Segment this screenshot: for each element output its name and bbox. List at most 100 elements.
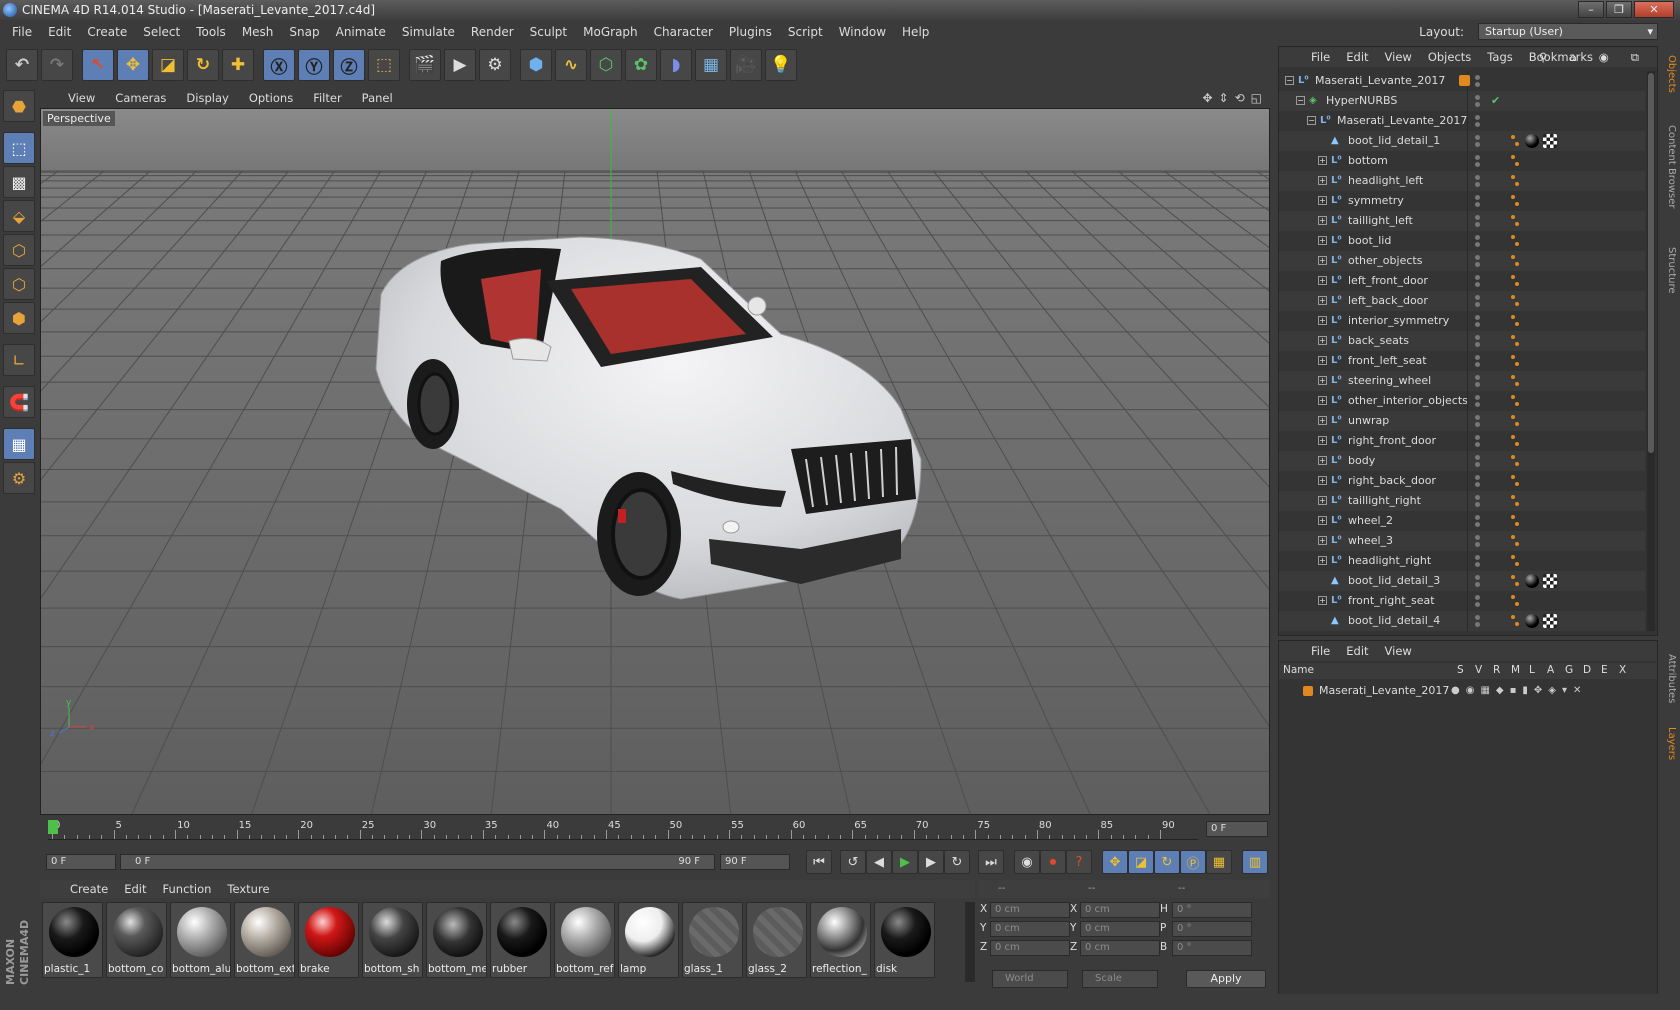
- material-item[interactable]: bottom_ext: [234, 902, 295, 978]
- visibility-dots-icon[interactable]: [1475, 235, 1483, 247]
- expand-toggle-icon[interactable]: −: [1296, 96, 1305, 105]
- object-menu-tags[interactable]: Tags: [1479, 50, 1520, 64]
- coord-value-field[interactable]: 0 °: [1172, 940, 1252, 956]
- object-row[interactable]: + L⁰ taillight_right: [1279, 491, 1645, 511]
- end-frame-field[interactable]: 90 F: [720, 854, 790, 870]
- rotate-tool[interactable]: ↻: [187, 49, 219, 81]
- material-menu-texture[interactable]: Texture: [219, 882, 277, 896]
- layer-column-x[interactable]: X: [1619, 664, 1626, 676]
- material-item[interactable]: rubber: [490, 902, 551, 978]
- object-row[interactable]: + L⁰ other_interior_objects: [1279, 391, 1645, 411]
- new-window-icon[interactable]: ⧉: [1623, 50, 1647, 65]
- visibility-dots-icon[interactable]: [1475, 475, 1483, 487]
- phong-tag-icon[interactable]: [1511, 153, 1521, 169]
- coord-system-select[interactable]: World: [992, 970, 1068, 988]
- object-row[interactable]: + L⁰ interior_symmetry: [1279, 311, 1645, 331]
- material-item[interactable]: disk: [874, 902, 935, 978]
- visibility-dots-icon[interactable]: [1475, 495, 1483, 507]
- object-row[interactable]: ▲ boot_lid_detail_1: [1279, 131, 1645, 151]
- go-to-start-button[interactable]: ⏮: [806, 850, 832, 874]
- phong-tag-icon[interactable]: [1511, 233, 1521, 249]
- menu-simulate[interactable]: Simulate: [394, 25, 463, 39]
- object-row[interactable]: + L⁰ unwrap: [1279, 411, 1645, 431]
- material-item[interactable]: plastic_1: [42, 902, 103, 978]
- layer-column-r[interactable]: R: [1493, 664, 1500, 676]
- visibility-dots-icon[interactable]: [1475, 95, 1483, 107]
- expand-toggle-icon[interactable]: +: [1318, 256, 1327, 265]
- coordinate-system-button[interactable]: ⬚: [368, 49, 400, 81]
- visibility-dots-icon[interactable]: [1475, 275, 1483, 287]
- menu-mesh[interactable]: Mesh: [234, 25, 282, 39]
- menu-file[interactable]: File: [4, 25, 40, 39]
- layer-color-swatch[interactable]: [1303, 686, 1313, 696]
- expand-toggle-icon[interactable]: +: [1318, 496, 1327, 505]
- expand-toggle-icon[interactable]: +: [1318, 396, 1327, 405]
- undo-button[interactable]: ↶: [6, 49, 38, 81]
- material-item[interactable]: bottom_sh: [362, 902, 423, 978]
- visibility-dots-icon[interactable]: [1475, 195, 1483, 207]
- rotate-view-icon[interactable]: ⟲: [1235, 91, 1245, 105]
- expand-toggle-icon[interactable]: +: [1318, 416, 1327, 425]
- object-row[interactable]: + L⁰ front_right_seat: [1279, 591, 1645, 611]
- object-scrollbar[interactable]: [1647, 71, 1655, 631]
- visibility-dots-icon[interactable]: [1475, 455, 1483, 467]
- coord-value-field[interactable]: 0 cm: [990, 921, 1070, 937]
- expand-toggle-icon[interactable]: +: [1318, 236, 1327, 245]
- texture-tag-icon[interactable]: [1543, 134, 1557, 148]
- apply-button[interactable]: Apply: [1186, 970, 1266, 988]
- home-icon[interactable]: ⌂: [1561, 50, 1584, 65]
- phong-tag-icon[interactable]: [1511, 493, 1521, 509]
- phong-tag-icon[interactable]: [1511, 553, 1521, 569]
- edges-mode-button[interactable]: ⬡: [3, 268, 35, 300]
- phong-tag-icon[interactable]: [1511, 273, 1521, 289]
- coord-value-field[interactable]: 0 cm: [990, 902, 1070, 918]
- workplane-lock-button[interactable]: ▦: [3, 428, 35, 460]
- object-row[interactable]: + L⁰ right_back_door: [1279, 471, 1645, 491]
- perspective-viewport[interactable]: Perspective y x z: [40, 108, 1270, 815]
- expand-toggle-icon[interactable]: +: [1318, 156, 1327, 165]
- layer-flag-icons[interactable]: ●◉▦◆▪▮✥◈▾✕: [1451, 681, 1587, 701]
- phong-tag-icon[interactable]: [1511, 453, 1521, 469]
- expand-toggle-icon[interactable]: +: [1318, 216, 1327, 225]
- expand-toggle-icon[interactable]: +: [1318, 336, 1327, 345]
- y-axis-lock[interactable]: Ⓨ: [298, 49, 330, 81]
- texture-mode-button[interactable]: ▩: [3, 166, 35, 198]
- redo-button[interactable]: ↷: [41, 49, 73, 81]
- layout-select[interactable]: Startup (User): [1478, 23, 1658, 40]
- visibility-dots-icon[interactable]: [1475, 375, 1483, 387]
- visibility-dots-icon[interactable]: [1475, 595, 1483, 607]
- menu-render[interactable]: Render: [463, 25, 522, 39]
- phong-tag-icon[interactable]: [1511, 613, 1521, 629]
- visibility-dots-icon[interactable]: [1475, 315, 1483, 327]
- viewport-menu-display[interactable]: Display: [176, 91, 238, 105]
- tab-content-browser[interactable]: Content Browser: [1661, 102, 1677, 232]
- phong-tag-icon[interactable]: [1511, 593, 1521, 609]
- coord-value-field[interactable]: 0 cm: [990, 940, 1070, 956]
- menu-window[interactable]: Window: [831, 25, 894, 39]
- coord-value-field[interactable]: 0 cm: [1080, 940, 1160, 956]
- layer-column-name[interactable]: Name: [1283, 664, 1314, 676]
- pan-view-icon[interactable]: ✥: [1202, 91, 1212, 105]
- phong-tag-icon[interactable]: [1511, 393, 1521, 409]
- array-generator-button[interactable]: ✿: [625, 49, 657, 81]
- visibility-dots-icon[interactable]: [1475, 615, 1483, 627]
- layer-menu-edit[interactable]: Edit: [1338, 644, 1376, 658]
- phong-tag-icon[interactable]: [1511, 293, 1521, 309]
- workplane-mode-button[interactable]: ⬙: [3, 200, 35, 232]
- material-item[interactable]: lamp: [618, 902, 679, 978]
- viewport-menu-filter[interactable]: Filter: [303, 91, 351, 105]
- expand-toggle-icon[interactable]: +: [1318, 596, 1327, 605]
- dolly-view-icon[interactable]: ⇕: [1219, 91, 1229, 105]
- expand-toggle-icon[interactable]: +: [1318, 316, 1327, 325]
- layer-menu-file[interactable]: File: [1303, 644, 1338, 658]
- close-button[interactable]: ✕: [1634, 1, 1674, 18]
- phong-tag-icon[interactable]: [1511, 373, 1521, 389]
- texture-tag-icon[interactable]: [1543, 614, 1557, 628]
- search-icon[interactable]: ⚲: [1531, 50, 1555, 65]
- scale-tool[interactable]: ◪: [152, 49, 184, 81]
- viewport-menu-panel[interactable]: Panel: [352, 91, 403, 105]
- key-scale-button[interactable]: ◪: [1128, 850, 1154, 874]
- expand-toggle-icon[interactable]: +: [1318, 516, 1327, 525]
- phong-tag-icon[interactable]: [1511, 433, 1521, 449]
- menu-edit[interactable]: Edit: [40, 25, 79, 39]
